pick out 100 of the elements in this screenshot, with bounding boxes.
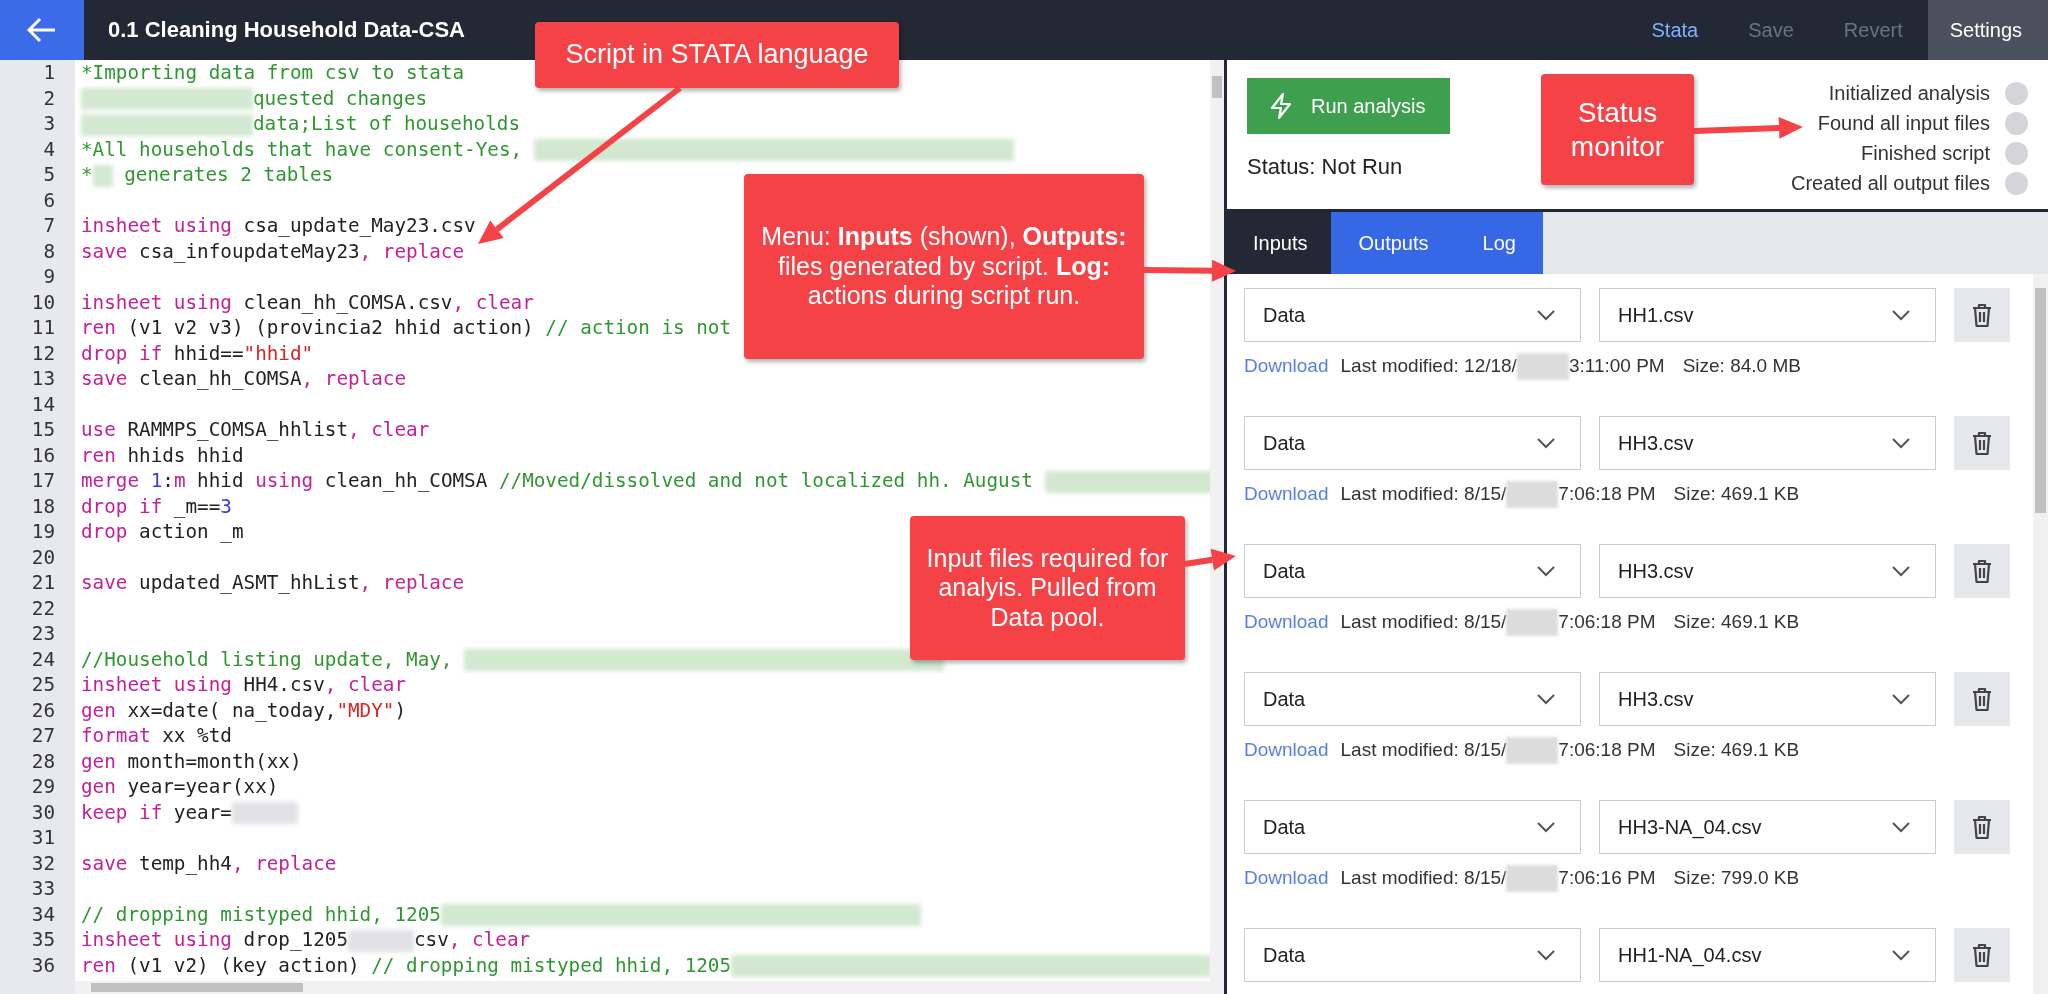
delete-button[interactable] [1954,544,2010,598]
line-number: 13 [30,367,55,391]
source-dropdown[interactable]: Data [1244,416,1581,470]
code-line: insheet using drop_1205 csv, clear [81,928,531,952]
chevron-down-icon [1536,693,1556,705]
modified-date: Last modified: 8/15/ [1340,739,1507,761]
file-dropdown[interactable]: HH3.csv [1599,416,1936,470]
toolbar-link[interactable]: Stata [1626,0,1724,60]
download-link[interactable]: Download [1244,483,1329,505]
source-dropdown[interactable]: Data [1244,672,1581,726]
code-line: merge 1:m hhid using clean_hh_COMSA //Moved/dissolved and not localized hh. August [81,469,1224,493]
source-dropdown[interactable]: Data [1244,288,1581,342]
line-number: 17 [30,469,55,493]
chevron-down-icon [1536,309,1556,321]
redacted-block [1506,480,1559,508]
line-number: 31 [30,826,55,850]
line-number: 8 [42,239,55,263]
file-dropdown[interactable]: HH3.csv [1599,544,1936,598]
line-number: 10 [30,290,55,314]
settings-button[interactable]: Settings [1927,0,2048,60]
download-link[interactable]: Download [1244,355,1329,377]
trash-icon [1971,430,1993,456]
source-dropdown[interactable]: Data [1244,544,1581,598]
code-line: save updated_ASMT_hhList, replace [81,571,465,595]
delete-button[interactable] [1954,672,2010,726]
tab[interactable]: Outputs [1331,212,1456,274]
modified-time: 3:11:00 PM [1568,355,1665,377]
status-text: Status: Not Run [1247,154,1403,180]
annotation-text: Input files required for analyis. Pulled from Data pool. [925,543,1170,633]
line-number: 14 [30,392,55,416]
line-number: 29 [30,775,55,799]
trash-icon [1971,942,1993,968]
line-number: 35 [30,928,55,952]
redacted-block [1506,864,1559,892]
redacted-block [1506,608,1559,636]
back-button[interactable] [0,0,84,60]
source-dropdown[interactable]: Data [1244,928,1581,982]
code-line: drop action _m [81,520,244,544]
line-number: 34 [30,902,55,926]
code-line: ren (v1 v2 v3) (provincia2 hhid action) // action is not [81,316,732,340]
modified-time: 7:06:18 PM [1558,611,1656,633]
code-line: drop if _m==3 [81,494,232,518]
scrollbar[interactable] [1210,60,1224,994]
file-dropdown[interactable]: HH1.csv [1599,288,1936,342]
download-link[interactable]: Download [1244,611,1329,633]
line-number: 27 [30,724,55,748]
page-title: 0.1 Cleaning Household Data-CSA [107,16,465,44]
code-line: insheet using clean_hh_COMSA.csv, clear [81,290,534,314]
modified-date: Last modified: 8/15/ [1340,611,1507,633]
line-number: 19 [30,520,55,544]
trash-icon [1971,302,1993,328]
status-label: Found all input files [1817,111,1990,135]
file-dropdown[interactable]: HH1-NA_04.csv [1599,928,1936,982]
chevron-down-icon [1536,821,1556,833]
delete-button[interactable] [1954,800,2010,854]
code-line: save temp_hh4, replace [81,851,337,875]
scrollbar[interactable] [2033,274,2048,994]
file-size: Size: 469.1 KB [1673,611,1800,633]
chevron-down-icon [1536,949,1556,961]
file-dropdown[interactable]: HH3-NA_04.csv [1599,800,1936,854]
trash-icon [1971,814,1993,840]
code-line: insheet using csa_update_May23.csv [81,214,476,238]
line-number: 22 [30,596,55,620]
status-label: Initialized analysis [1828,81,1990,105]
chevron-down-icon [1891,949,1911,961]
lightning-icon [1269,92,1293,120]
line-number: 28 [30,749,55,773]
download-link[interactable]: Download [1244,867,1329,889]
modified-date: Last modified: 8/15/ [1340,867,1507,889]
back-arrow-icon [27,17,57,43]
code-line: ren hhids hhid [81,443,244,467]
delete-button[interactable] [1954,416,2010,470]
chevron-down-icon [1891,693,1911,705]
tab[interactable]: Log [1455,212,1543,274]
line-number: 5 [42,163,55,187]
file-size: Size: 469.1 KB [1673,739,1800,761]
redacted-block [1506,736,1559,764]
file-dropdown[interactable]: HH3.csv [1599,672,1936,726]
code-line: ren (v1 v2) (key action) // dropping mistyped hhid, 1205 [81,953,1212,977]
line-number: 12 [30,341,55,365]
delete-button[interactable] [1954,928,2010,982]
delete-button[interactable] [1954,288,2010,342]
scrollbar[interactable] [75,981,1210,994]
line-number: 4 [42,137,55,161]
line-number: 25 [30,673,55,697]
chevron-down-icon [1536,437,1556,449]
code-line: save csa_infoupdateMay23, replace [81,239,465,263]
line-number: 2 [42,86,55,110]
line-number: 21 [30,571,55,595]
source-dropdown[interactable]: Data [1244,800,1581,854]
download-link[interactable]: Download [1244,739,1329,761]
tab[interactable]: Inputs [1227,212,1332,274]
annotation-text: Menu: Inputs (shown), Outputs: files generated by script. Log: actions during script run. [760,222,1128,311]
line-number: 15 [30,418,55,442]
code-line: gen xx=date( na_today,"MDY") [81,698,407,722]
line-number: 6 [42,188,55,212]
code-line: quested changes [81,86,428,110]
line-number: 32 [30,851,55,875]
annotation-text: Script in STATA language [565,39,869,71]
code-line: drop if hhid=="hhid" [81,341,314,365]
